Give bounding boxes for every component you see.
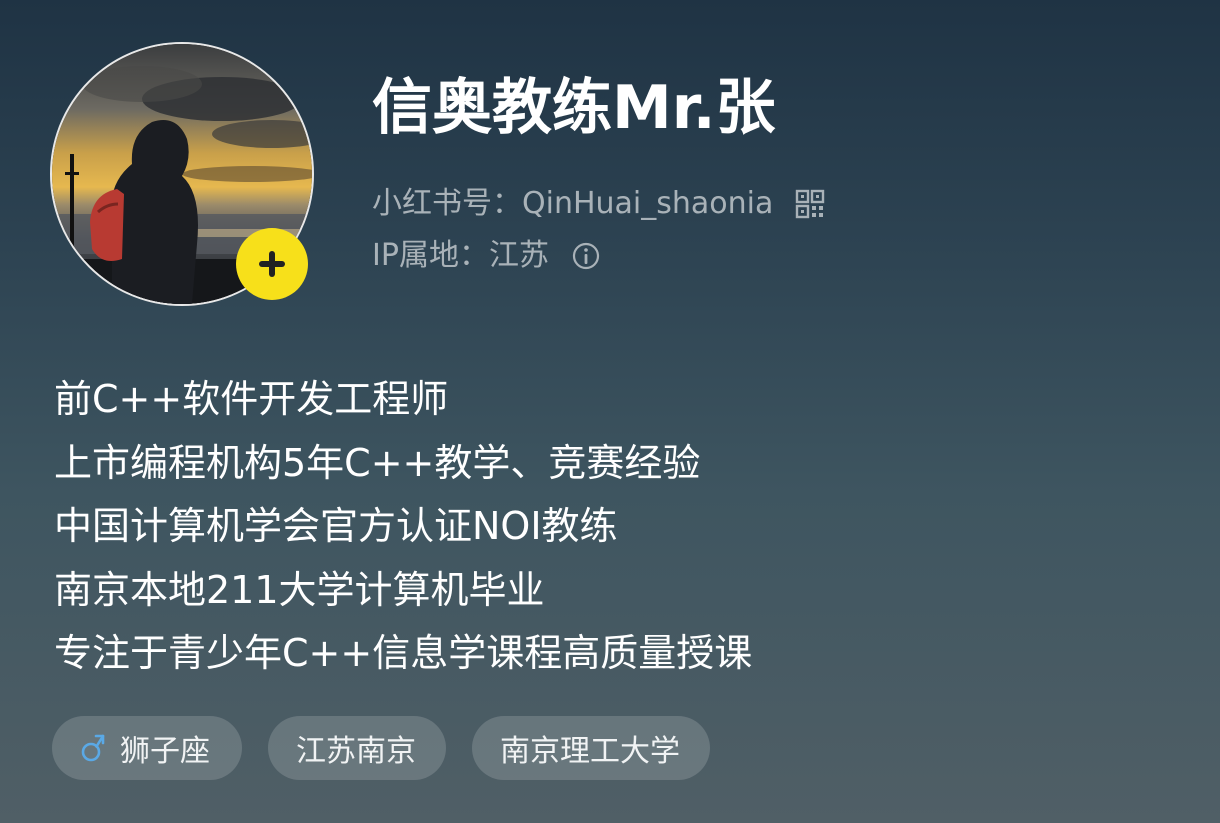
tag-label: 江苏南京 — [296, 734, 416, 769]
bio-line: 前C++软件开发工程师 — [54, 377, 449, 421]
info-icon[interactable] — [571, 241, 601, 271]
follow-button[interactable] — [236, 228, 308, 300]
tag-school[interactable]: 南京理工大学 — [472, 716, 710, 780]
tag-location[interactable]: 江苏南京 — [268, 716, 446, 780]
plus-icon — [259, 251, 285, 277]
tag-label: 狮子座 — [120, 734, 210, 769]
male-icon — [80, 733, 106, 763]
bio-line: 上市编程机构5年C++教学、竞赛经验 — [54, 440, 701, 485]
qr-code-icon[interactable] — [795, 189, 825, 219]
tag-zodiac[interactable]: 狮子座 — [52, 716, 242, 780]
ip-location-text: IP属地：江苏 — [372, 238, 549, 273]
redbook-id-text: 小红书号：QinHuai_shaonia — [372, 186, 774, 221]
bio-line: 专注于青少年C++信息学课程高质量授课 — [54, 631, 753, 675]
avatar-container — [50, 42, 314, 306]
profile-name: 信奥教练Mr.张 — [372, 73, 776, 143]
tag-label: 南京理工大学 — [500, 734, 680, 769]
bio: 前C++软件开发工程师 上市编程机构5年C++教学、竞赛经验 中国计算机学会官方… — [54, 368, 752, 686]
bio-line: 南京本地211大学计算机毕业 — [54, 567, 545, 612]
profile-tags: 狮子座 江苏南京 南京理工大学 — [52, 716, 710, 780]
redbook-id-row: 小红书号：QinHuai_shaonia — [372, 184, 825, 224]
ip-location-row: IP属地：江苏 — [372, 236, 601, 276]
bio-line: 中国计算机学会官方认证NOI教练 — [54, 504, 618, 548]
